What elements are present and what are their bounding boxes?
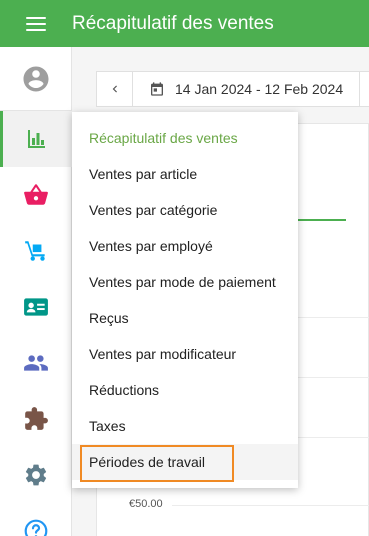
app-bar: Récapitulatif des ventes	[0, 0, 369, 47]
help-icon	[24, 519, 48, 536]
people-icon	[24, 355, 48, 371]
menu-item-sales-by-item[interactable]: Ventes par article	[72, 156, 298, 192]
basket-icon	[24, 184, 48, 205]
sidebar-item-inventory[interactable]	[0, 223, 72, 279]
puzzle-icon	[25, 407, 48, 430]
chevron-left-icon	[112, 85, 117, 93]
sidebar-item-help[interactable]	[0, 503, 72, 536]
date-range-button[interactable]: 14 Jan 2024 - 12 Feb 2024	[133, 72, 361, 106]
menu-item-sales-by-payment-type[interactable]: Ventes par mode de paiement	[72, 264, 298, 300]
sidebar-item-employees[interactable]	[0, 279, 72, 335]
account-circle-icon	[23, 66, 49, 92]
previous-period-button[interactable]	[97, 72, 133, 106]
sidebar-item-customers[interactable]	[0, 335, 72, 391]
report-type-menu: Récapitulatif des ventes Ventes par arti…	[72, 112, 298, 488]
bar-chart-icon	[28, 130, 45, 148]
date-toolbar: 14 Jan 2024 - 12 Feb 2024	[96, 71, 369, 107]
menu-item-receipts[interactable]: Reçus	[72, 300, 298, 336]
sidebar-item-reports[interactable]	[0, 111, 72, 167]
grid-line	[172, 505, 369, 506]
menu-item-shifts[interactable]: Périodes de travail	[72, 444, 298, 482]
sidebar-item-items[interactable]	[0, 167, 72, 223]
menu-item-taxes[interactable]: Taxes	[72, 408, 298, 444]
calendar-icon	[151, 82, 163, 96]
hamburger-icon	[26, 16, 46, 31]
menu-button[interactable]	[0, 0, 72, 47]
gear-icon	[25, 464, 47, 486]
sidebar-item-settings[interactable]	[0, 447, 72, 503]
date-range-label: 14 Jan 2024 - 12 Feb 2024	[175, 81, 344, 97]
hand-truck-icon	[25, 241, 45, 261]
menu-item-sales-by-employee[interactable]: Ventes par employé	[72, 228, 298, 264]
menu-item-sales-by-modifier[interactable]: Ventes par modificateur	[72, 336, 298, 372]
sidebar	[0, 47, 72, 536]
y-axis-label: €50.00	[129, 498, 163, 510]
menu-item-sales-summary[interactable]: Récapitulatif des ventes	[72, 120, 298, 156]
sidebar-item-account[interactable]	[0, 51, 72, 107]
id-card-icon	[24, 298, 48, 316]
sidebar-item-integrations[interactable]	[0, 391, 72, 447]
menu-item-discounts[interactable]: Réductions	[72, 372, 298, 408]
menu-item-sales-by-category[interactable]: Ventes par catégorie	[72, 192, 298, 228]
page-title: Récapitulatif des ventes	[72, 12, 274, 34]
